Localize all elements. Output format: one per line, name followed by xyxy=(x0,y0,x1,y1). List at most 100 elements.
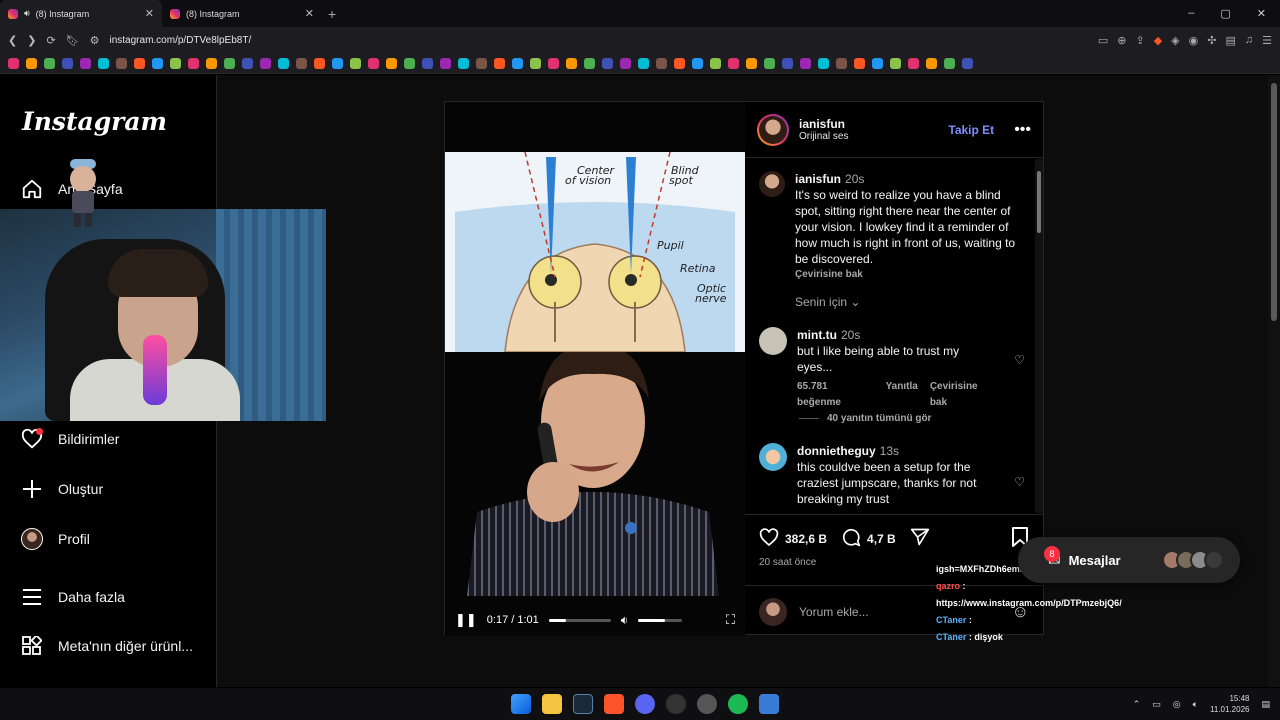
translate-link[interactable]: Çevirisine bak xyxy=(795,267,863,283)
bookmark-favicon-icon[interactable] xyxy=(674,57,685,69)
fullscreen-icon[interactable]: ⛶ xyxy=(726,612,735,628)
bookmark-favicon-icon[interactable] xyxy=(530,57,541,69)
back-icon[interactable]: ❮ xyxy=(8,34,17,47)
bookmark-favicon-icon[interactable] xyxy=(926,57,937,69)
bookmark-favicon-icon[interactable] xyxy=(260,57,271,69)
chevron-up-icon[interactable]: ⌃ xyxy=(1133,699,1141,710)
volume-icon[interactable]: 🔈︎ xyxy=(1193,699,1198,710)
brave-icon[interactable] xyxy=(604,694,624,714)
avatar[interactable] xyxy=(759,327,787,355)
bookmark-favicon-icon[interactable] xyxy=(422,57,433,69)
sidebar-item-meta-apps[interactable]: Meta'nın diğer ürünl... xyxy=(20,634,193,658)
bookmark-favicon-icon[interactable] xyxy=(134,57,145,69)
more-options-icon[interactable]: ••• xyxy=(1014,121,1031,139)
bookmark-favicon-icon[interactable] xyxy=(944,57,955,69)
reload-icon[interactable]: ⟳ xyxy=(46,34,55,47)
bookmark-icon[interactable]: 🔖︎ xyxy=(66,34,80,47)
bookmark-favicon-icon[interactable] xyxy=(620,57,631,69)
bookmark-favicon-icon[interactable] xyxy=(494,57,505,69)
pause-icon[interactable]: ❚❚ xyxy=(455,612,477,628)
sidebar-icon[interactable]: ▤ xyxy=(1225,34,1235,47)
new-tab-button[interactable]: + xyxy=(328,6,336,22)
bookmark-favicon-icon[interactable] xyxy=(116,57,127,69)
comment-input[interactable]: Yorum ekle... xyxy=(799,605,869,619)
comments-scrollbar[interactable] xyxy=(1035,159,1043,513)
bookmark-favicon-icon[interactable] xyxy=(656,57,667,69)
windows-start-icon[interactable] xyxy=(511,694,531,714)
bookmark-favicon-icon[interactable] xyxy=(458,57,469,69)
forward-icon[interactable]: ❯ xyxy=(27,34,36,47)
brave-shield-icon[interactable]: ◆ xyxy=(1154,34,1162,47)
view-replies[interactable]: 40 yanıtın tümünü gör xyxy=(799,413,931,424)
comment-username[interactable]: donnietheguy xyxy=(797,444,876,458)
share-icon[interactable] xyxy=(910,527,930,550)
music-icon[interactable]: ♫ xyxy=(1245,34,1253,47)
bookmark-favicon-icon[interactable] xyxy=(152,57,163,69)
comment-like-icon[interactable]: ♡ xyxy=(1014,353,1025,367)
bookmark-favicon-icon[interactable] xyxy=(242,57,253,69)
minimize-button[interactable]: – xyxy=(1188,7,1194,20)
avatar[interactable] xyxy=(759,443,787,471)
bookmark-favicon-icon[interactable] xyxy=(854,57,865,69)
bookmark-favicon-icon[interactable] xyxy=(296,57,307,69)
like-icon[interactable] xyxy=(759,527,779,550)
bookmark-favicon-icon[interactable] xyxy=(890,57,901,69)
extension-icon[interactable]: ◈ xyxy=(1171,34,1179,47)
author-username[interactable]: ianisfun xyxy=(799,117,848,131)
bookmark-favicon-icon[interactable] xyxy=(332,57,343,69)
bookmark-favicon-icon[interactable] xyxy=(710,57,721,69)
bookmark-favicon-icon[interactable] xyxy=(548,57,559,69)
file-explorer-icon[interactable] xyxy=(542,694,562,714)
app-icon[interactable] xyxy=(697,694,717,714)
avatar[interactable] xyxy=(759,171,785,197)
bookmark-favicon-icon[interactable] xyxy=(764,57,775,69)
speaker-icon[interactable]: 🔊︎ xyxy=(24,8,30,19)
sidebar-item-profile[interactable]: Profil xyxy=(20,527,90,551)
maximize-button[interactable]: ▢ xyxy=(1220,7,1230,20)
bookmark-favicon-icon[interactable] xyxy=(350,57,361,69)
bookmark-favicon-icon[interactable] xyxy=(818,57,829,69)
bookmark-favicon-icon[interactable] xyxy=(170,57,181,69)
bookmark-favicon-icon[interactable] xyxy=(44,57,55,69)
bookmark-favicon-icon[interactable] xyxy=(440,57,451,69)
menu-icon[interactable]: ☰ xyxy=(1262,34,1272,47)
bookmark-favicon-icon[interactable] xyxy=(692,57,703,69)
comment-icon[interactable] xyxy=(841,527,861,550)
puzzle-icon[interactable]: ✣ xyxy=(1207,34,1216,47)
bookmark-favicon-icon[interactable] xyxy=(782,57,793,69)
bookmark-favicon-icon[interactable] xyxy=(80,57,91,69)
bookmark-favicon-icon[interactable] xyxy=(188,57,199,69)
comment-likes[interactable]: 65.781 beğenme xyxy=(797,379,874,411)
site-settings-icon[interactable]: ⚙︎ xyxy=(90,34,100,47)
bookmark-favicon-icon[interactable] xyxy=(728,57,739,69)
comment-like-icon[interactable]: ♡ xyxy=(1014,475,1025,489)
comment-filter[interactable]: Senin için ⌄ xyxy=(795,295,860,309)
bookmark-favicon-icon[interactable] xyxy=(224,57,235,69)
bookmark-favicon-icon[interactable] xyxy=(386,57,397,69)
share-icon[interactable]: ⇪ xyxy=(1135,34,1144,47)
sidebar-item-notifications[interactable]: Bildirimler xyxy=(20,427,119,451)
author-avatar[interactable] xyxy=(759,115,787,144)
bookmark-favicon-icon[interactable] xyxy=(314,57,325,69)
bookmark-favicon-icon[interactable] xyxy=(602,57,613,69)
bookmark-favicon-icon[interactable] xyxy=(476,57,487,69)
bookmark-favicon-icon[interactable] xyxy=(278,57,289,69)
obs-icon[interactable] xyxy=(666,694,686,714)
bookmark-favicon-icon[interactable] xyxy=(62,57,73,69)
bookmark-favicon-icon[interactable] xyxy=(8,57,19,69)
bookmark-favicon-icon[interactable] xyxy=(962,57,973,69)
volume-icon[interactable]: 🔉︎ xyxy=(621,613,629,628)
url-field[interactable]: instagram.com/p/DTVe8lpEb8T/ xyxy=(110,35,252,46)
bookmark-favicon-icon[interactable] xyxy=(836,57,847,69)
battery-icon[interactable]: ▭ xyxy=(1152,699,1161,710)
video-player[interactable]: Center of vision Blind spot Pupil Retina… xyxy=(445,102,745,636)
network-icon[interactable]: ◎ xyxy=(1173,699,1181,710)
page-scrollbar[interactable] xyxy=(1268,75,1280,687)
bookmark-favicon-icon[interactable] xyxy=(638,57,649,69)
sidebar-item-more[interactable]: Daha fazla xyxy=(20,585,125,609)
bookmark-favicon-icon[interactable] xyxy=(512,57,523,69)
bookmark-favicon-icon[interactable] xyxy=(800,57,811,69)
bookmark-favicon-icon[interactable] xyxy=(872,57,883,69)
comment-username[interactable]: mint.tu xyxy=(797,328,837,342)
bookmark-favicon-icon[interactable] xyxy=(584,57,595,69)
